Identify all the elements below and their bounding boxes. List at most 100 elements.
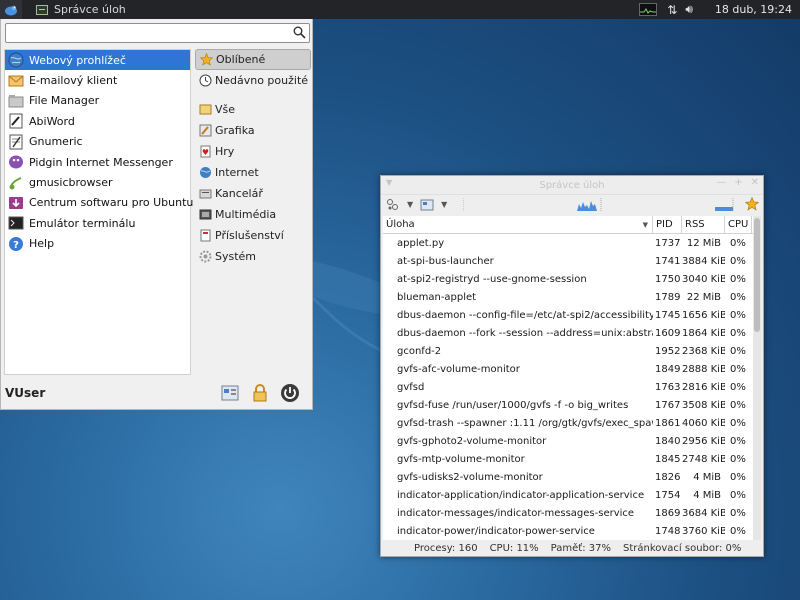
app-item-software-center[interactable]: Centrum softwaru pro Ubuntu bbox=[5, 193, 194, 213]
table-row[interactable]: dbus-daemon --fork --session --address=u… bbox=[383, 324, 754, 342]
table-row[interactable]: blueman-applet 1789 22 MiB 0% bbox=[383, 288, 754, 306]
category-internet[interactable]: Internet bbox=[195, 162, 311, 183]
app-item-label: Centrum softwaru pro Ubuntu bbox=[29, 196, 194, 210]
taskbar-item-task-manager[interactable]: Správce úloh bbox=[30, 0, 132, 19]
app-item-label: Webový prohlížeč bbox=[29, 53, 126, 67]
show-application-icons-icon[interactable] bbox=[385, 198, 401, 212]
category-label: Vše bbox=[215, 103, 236, 116]
scrollbar-thumb[interactable] bbox=[754, 218, 760, 332]
table-row[interactable]: gvfsd 1763 2816 KiB 0% bbox=[383, 378, 754, 396]
category-label: Internet bbox=[215, 166, 259, 179]
table-row[interactable]: gvfsd-fuse /run/user/1000/gvfs -f -o big… bbox=[383, 396, 754, 414]
table-row[interactable]: indicator-messages/indicator-messages-se… bbox=[383, 504, 754, 522]
table-row[interactable]: gvfs-udisks2-volume-monitor 1826 4 MiB 0% bbox=[383, 468, 754, 486]
table-row[interactable]: dbus-daemon --config-file=/etc/at-spi2/a… bbox=[383, 306, 754, 324]
category-label: Hry bbox=[215, 145, 235, 158]
category-office[interactable]: Kancelář bbox=[195, 183, 311, 204]
category-label: Systém bbox=[215, 250, 257, 263]
applications-menu-button[interactable] bbox=[0, 0, 22, 19]
app-item-abiword[interactable]: AbiWord bbox=[5, 111, 190, 131]
table-row[interactable]: gvfs-mtp-volume-monitor 1845 2748 KiB 0% bbox=[383, 450, 754, 468]
status-memory: Paměť: 37% bbox=[550, 542, 611, 554]
category-all[interactable]: Vše bbox=[195, 99, 311, 120]
svg-text:?: ? bbox=[13, 240, 19, 251]
chevron-down-icon[interactable]: ▼ bbox=[407, 200, 413, 209]
abiword-icon bbox=[8, 113, 24, 129]
maximize-button[interactable]: + bbox=[734, 177, 742, 188]
search-input[interactable] bbox=[6, 24, 286, 42]
menu-actions bbox=[210, 383, 300, 403]
app-item-pidgin[interactable]: Pidgin Internet Messenger bbox=[5, 152, 190, 172]
table-row[interactable]: at-spi2-registryd --use-gnome-session 175… bbox=[383, 270, 754, 288]
table-row[interactable]: indicator-application/indicator-applicat… bbox=[383, 486, 754, 504]
help-icon: ? bbox=[8, 236, 24, 252]
app-item-mail[interactable]: E-mailový klient bbox=[5, 70, 190, 90]
table-row[interactable]: at-spi-bus-launcher 1741 3884 KiB 0% bbox=[383, 252, 754, 270]
task-manager-icon bbox=[36, 4, 48, 15]
music-icon bbox=[8, 175, 24, 191]
lock-screen-button[interactable] bbox=[250, 383, 270, 403]
table-row[interactable]: indicator-power/indicator-power-service 1… bbox=[383, 522, 754, 540]
settings-manager-button[interactable] bbox=[220, 383, 240, 403]
window-titlebar[interactable]: ▼ Správce úloh — + ✕ bbox=[381, 176, 763, 195]
app-list: Webový prohlížeč E-mailový klient File M… bbox=[4, 49, 194, 375]
app-item-file-manager[interactable]: File Manager bbox=[5, 91, 190, 111]
close-button[interactable]: ✕ bbox=[751, 177, 759, 188]
table-row[interactable]: applet.py 1737 12 MiB 0% bbox=[383, 234, 754, 252]
app-item-label: Pidgin Internet Messenger bbox=[29, 155, 173, 169]
volume-icon[interactable]: 🔊︎ bbox=[685, 2, 693, 17]
status-cpu: CPU: 11% bbox=[489, 542, 539, 554]
minimize-button[interactable]: — bbox=[716, 177, 726, 188]
app-item-help[interactable]: ? Help bbox=[5, 234, 190, 254]
app-item-gnumeric[interactable]: Gnumeric bbox=[5, 132, 190, 152]
view-options-icon[interactable] bbox=[419, 198, 435, 212]
lock-icon bbox=[253, 384, 267, 402]
category-accessories[interactable]: Příslušenství bbox=[195, 225, 311, 246]
top-panel: Správce úloh ⇅ 🔊︎ 18 dub, 19:24 bbox=[0, 0, 800, 19]
column-header-task[interactable]: Úloha ▼ bbox=[383, 216, 653, 233]
category-games[interactable]: ♥ Hry bbox=[195, 141, 311, 162]
star-icon[interactable] bbox=[744, 196, 760, 214]
chevron-down-icon[interactable]: ▼ bbox=[441, 200, 447, 209]
app-item-gmusicbrowser[interactable]: gmusicbrowser bbox=[5, 172, 190, 192]
internet-icon bbox=[199, 166, 212, 179]
column-header-pid[interactable]: PID bbox=[653, 216, 682, 233]
window-menu-icon[interactable]: ▼ bbox=[386, 178, 392, 187]
accessories-icon bbox=[199, 229, 212, 242]
multimedia-icon bbox=[199, 208, 212, 221]
category-graphics[interactable]: Grafika bbox=[195, 120, 311, 141]
category-system[interactable]: Systém bbox=[195, 246, 311, 267]
app-item-label: File Manager bbox=[29, 94, 100, 108]
table-row[interactable]: gconfd-2 1952 2368 KiB 0% bbox=[383, 342, 754, 360]
category-label: Grafika bbox=[215, 124, 255, 137]
menu-logo-icon bbox=[5, 5, 17, 15]
all-icon bbox=[199, 103, 212, 116]
category-multimedia[interactable]: Multimédia bbox=[195, 204, 311, 225]
vertical-scrollbar[interactable] bbox=[753, 216, 761, 540]
app-item-label: Emulátor terminálu bbox=[29, 216, 136, 230]
app-item-web-browser[interactable]: Webový prohlížeč bbox=[5, 50, 190, 71]
office-icon bbox=[199, 187, 212, 200]
log-out-button[interactable] bbox=[280, 383, 300, 403]
category-favorites[interactable]: Oblíbené bbox=[195, 49, 311, 70]
app-item-terminal[interactable]: Emulátor terminálu bbox=[5, 213, 190, 233]
clock[interactable]: 18 dub, 19:24 bbox=[715, 3, 792, 16]
applications-menu: Webový prohlížeč E-mailový klient File M… bbox=[0, 19, 313, 410]
table-row[interactable]: gvfsd-trash --spawner :1.11 /org/gtk/gvf… bbox=[383, 414, 754, 432]
web-browser-icon bbox=[8, 52, 24, 68]
cpu-graph-icon[interactable] bbox=[639, 3, 658, 16]
table-row[interactable]: gvfs-afc-volume-monitor 1849 2888 KiB 0% bbox=[383, 360, 754, 378]
gnumeric-icon bbox=[8, 134, 24, 150]
category-label: Příslušenství bbox=[215, 229, 284, 242]
table-row[interactable]: gvfs-gphoto2-volume-monitor 1840 2956 KiB 0… bbox=[383, 432, 754, 450]
pidgin-icon bbox=[8, 154, 24, 170]
category-list: Oblíbené Nedávno použité Vše Grafika ♥ H bbox=[195, 49, 311, 267]
column-header-rss[interactable]: RSS bbox=[682, 216, 725, 233]
folder-icon bbox=[8, 93, 24, 109]
system-icon bbox=[199, 250, 212, 263]
network-icon[interactable]: ⇅ bbox=[667, 3, 677, 17]
column-header-cpu[interactable]: CPU bbox=[725, 216, 752, 233]
status-bar: Procesy: 160 CPU: 11% Paměť: 37% Stránko… bbox=[381, 540, 763, 556]
category-recent[interactable]: Nedávno použité bbox=[195, 70, 311, 91]
system-tray: ⇅ 🔊︎ 18 dub, 19:24 bbox=[639, 0, 800, 19]
